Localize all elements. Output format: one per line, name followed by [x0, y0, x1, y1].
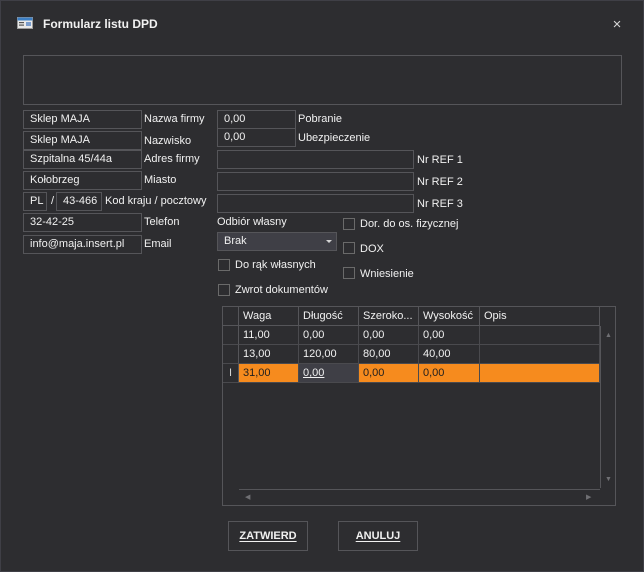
pickup-select-value: Brak — [224, 235, 247, 247]
edit-cursor-icon[interactable]: I — [223, 364, 239, 383]
phone-field[interactable]: 32-42-25 — [23, 213, 142, 232]
scroll-left-icon[interactable]: ◀ — [245, 494, 250, 502]
own-hands-label: Do rąk własnych — [235, 259, 316, 271]
dox-label: DOX — [360, 243, 384, 255]
row-header[interactable] — [223, 326, 239, 345]
app-icon — [17, 17, 33, 29]
surname-label: Nazwisko — [144, 135, 192, 147]
title-bar: Formularz listu DPD × — [1, 1, 643, 45]
vertical-scrollbar[interactable]: ▲ ▼ — [600, 326, 615, 488]
table-cell[interactable]: 0,00 — [359, 364, 419, 383]
cod-amount-field[interactable]: 0,00 — [217, 110, 296, 129]
table-cell[interactable]: 31,00 — [239, 364, 299, 383]
insurance-label: Ubezpieczenie — [298, 132, 371, 144]
country-code-field[interactable]: PL — [23, 192, 47, 211]
notes-memo[interactable] — [23, 55, 622, 105]
window-title: Formularz listu DPD — [43, 17, 158, 31]
address-label: Adres firmy — [144, 153, 200, 165]
column-header-length[interactable]: Długość — [299, 307, 359, 326]
table-cell[interactable]: 13,00 — [239, 345, 299, 364]
column-header-weight[interactable]: Waga — [239, 307, 299, 326]
table-cell[interactable] — [480, 326, 600, 345]
email-label: Email — [144, 238, 172, 250]
ref2-label: Nr REF 2 — [417, 176, 463, 188]
city-field[interactable]: Kołobrzeg — [23, 171, 142, 190]
private-person-label: Dor. do os. fizycznej — [360, 218, 459, 230]
ref2-field[interactable] — [217, 172, 414, 191]
table-cell[interactable]: 40,00 — [419, 345, 480, 364]
ref1-label: Nr REF 1 — [417, 154, 463, 166]
city-label: Miasto — [144, 174, 177, 186]
return-docs-label: Zwrot dokumentów — [235, 284, 328, 296]
return-docs-checkbox[interactable] — [218, 284, 230, 296]
table-cell[interactable] — [480, 364, 600, 383]
table-cell[interactable] — [480, 345, 600, 364]
postal-code-label: Kod kraju / pocztowy — [105, 195, 207, 207]
column-header-description[interactable]: Opis — [480, 307, 600, 326]
cod-label: Pobranie — [298, 113, 343, 125]
insurance-amount-field[interactable]: 0,00 — [217, 128, 296, 147]
parcels-grid[interactable]: Waga Długość Szeroko... Wysokość Opis 11… — [222, 306, 616, 506]
carry-in-label: Wniesienie — [360, 268, 414, 280]
ref3-label: Nr REF 3 — [417, 198, 463, 210]
close-button[interactable]: × — [607, 15, 627, 35]
table-cell[interactable]: 0,00 — [419, 326, 480, 345]
country-postal-separator: / — [51, 195, 55, 207]
scroll-right-icon[interactable]: ▶ — [586, 494, 591, 502]
pickup-select[interactable]: Brak — [217, 232, 337, 251]
scroll-down-icon[interactable]: ▼ — [605, 476, 612, 484]
table-cell[interactable]: 0,00 — [419, 364, 480, 383]
table-cell[interactable]: 0,00 — [359, 326, 419, 345]
private-person-checkbox[interactable] — [343, 218, 355, 230]
company-label: Nazwa firmy — [144, 113, 205, 125]
row-header[interactable] — [223, 345, 239, 364]
chevron-down-icon — [326, 240, 332, 243]
column-header-width[interactable]: Szeroko... — [359, 307, 419, 326]
column-header-height[interactable]: Wysokość — [419, 307, 480, 326]
scroll-up-icon[interactable]: ▲ — [605, 332, 612, 340]
address-field[interactable]: Szpitalna 45/44a — [23, 150, 142, 169]
dpd-form-window: Formularz listu DPD × Sklep MAJA Nazwa f… — [0, 0, 644, 572]
dox-checkbox[interactable] — [343, 242, 355, 254]
ref1-field[interactable] — [217, 150, 414, 169]
table-cell[interactable]: 0,00 — [299, 326, 359, 345]
own-hands-checkbox[interactable] — [218, 259, 230, 271]
carry-in-checkbox[interactable] — [343, 267, 355, 279]
postal-code-field[interactable]: 43-466 — [56, 192, 102, 211]
cancel-button[interactable]: ANULUJ — [338, 521, 418, 551]
table-cell[interactable]: 120,00 — [299, 345, 359, 364]
table-cell[interactable]: 11,00 — [239, 326, 299, 345]
phone-label: Telefon — [144, 216, 180, 228]
grid-corner — [223, 307, 239, 326]
horizontal-scrollbar[interactable]: ◀ ▶ — [239, 489, 600, 505]
active-cell[interactable]: 0,00 — [299, 364, 359, 383]
pickup-label: Odbiór własny — [217, 216, 287, 228]
surname-field[interactable]: Sklep MAJA — [23, 131, 142, 150]
ref3-field[interactable] — [217, 194, 414, 213]
company-field[interactable]: Sklep MAJA — [23, 110, 142, 129]
table-cell[interactable]: 80,00 — [359, 345, 419, 364]
email-field[interactable]: info@maja.insert.pl — [23, 235, 142, 254]
confirm-button[interactable]: ZATWIERD — [228, 521, 308, 551]
